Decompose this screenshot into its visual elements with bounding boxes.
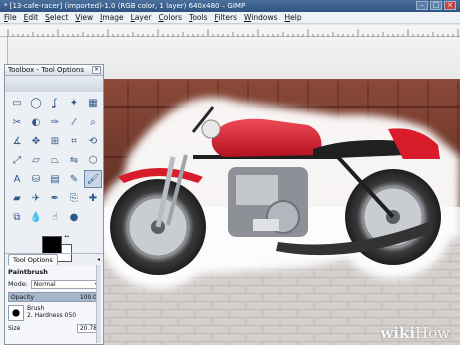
blend-icon[interactable]: ▤ bbox=[46, 170, 64, 188]
menu-file[interactable]: File bbox=[4, 13, 17, 22]
menu-layer[interactable]: Layer bbox=[131, 13, 152, 22]
opacity-slider[interactable]: Opacity 100.0 bbox=[8, 292, 100, 302]
watermark-how: How bbox=[415, 324, 450, 342]
ellipse-select-icon[interactable]: ◯ bbox=[27, 94, 45, 112]
rotate-icon[interactable]: ⟲ bbox=[84, 132, 102, 150]
tool-options-panel: Paintbrush Mode: Normal Opacity 100.0 Br… bbox=[5, 266, 103, 344]
text-icon[interactable]: A bbox=[8, 170, 26, 188]
toolbox-panel: Toolbox - Tool Options × ▭ ◯ ʆ ✦ ▦ ✂ ◐ ✑ ⁄ ⌕ ∡ ✥ ⊞ ⌗ ⟲… bbox=[4, 64, 104, 345]
window-title: * [13-cafe-racer] (imported)-1.0 (RGB co… bbox=[4, 2, 246, 10]
airbrush-icon[interactable]: ✈ bbox=[27, 189, 45, 207]
menu-bar: File Edit Select View Image Layer Colors… bbox=[0, 12, 460, 24]
free-select-icon[interactable]: ʆ bbox=[46, 94, 64, 112]
menu-select[interactable]: Select bbox=[45, 13, 68, 22]
menu-view[interactable]: View bbox=[75, 13, 93, 22]
color-picker-icon[interactable]: ⁄ bbox=[65, 113, 83, 131]
measure-icon[interactable]: ∡ bbox=[8, 132, 26, 150]
heal-icon[interactable]: ✚ bbox=[84, 189, 102, 207]
ink-icon[interactable]: ✒ bbox=[46, 189, 64, 207]
fuzzy-select-icon[interactable]: ✦ bbox=[65, 94, 83, 112]
eraser-icon[interactable]: ▰ bbox=[8, 189, 26, 207]
dodge-burn-icon[interactable]: ● bbox=[65, 208, 83, 226]
smudge-icon[interactable]: ☝ bbox=[46, 208, 64, 226]
scissors-icon[interactable]: ✂ bbox=[8, 113, 26, 131]
brush-name: 2. Hardness 050 bbox=[27, 312, 77, 319]
window-title-bar: * [13-cafe-racer] (imported)-1.0 (RGB co… bbox=[0, 0, 460, 12]
toolbox-title: Toolbox - Tool Options bbox=[8, 66, 85, 74]
minimize-button[interactable]: – bbox=[416, 1, 428, 10]
tool-grid: ▭ ◯ ʆ ✦ ▦ ✂ ◐ ✑ ⁄ ⌕ ∡ ✥ ⊞ ⌗ ⟲ ⤢ ▱ ⏢ ⇋ ⬡ A ⛁ ▤ ✎ 🖌 ▰ ✈ ✒ ⎘ ✚ ⧉ 💧 ☝ ● bbox=[5, 92, 103, 228]
blur-icon[interactable]: 💧 bbox=[27, 208, 45, 226]
swap-colors-icon[interactable]: ↔ bbox=[64, 233, 69, 240]
size-label: Size bbox=[8, 325, 21, 332]
menu-windows[interactable]: Windows bbox=[244, 13, 278, 22]
menu-image[interactable]: Image bbox=[100, 13, 124, 22]
brush-label: Brush bbox=[27, 305, 45, 312]
close-button[interactable]: × bbox=[444, 1, 456, 10]
size-slider[interactable]: Size 20.78 bbox=[8, 324, 100, 333]
brush-preview[interactable] bbox=[8, 305, 24, 321]
crop-icon[interactable]: ⌗ bbox=[65, 132, 83, 150]
maximize-button[interactable]: □ bbox=[430, 1, 442, 10]
clone-icon[interactable]: ⎘ bbox=[65, 189, 83, 207]
watermark-wiki: wiki bbox=[380, 324, 416, 342]
mode-label: Mode: bbox=[8, 280, 28, 288]
gimp-window: * [13-cafe-racer] (imported)-1.0 (RGB co… bbox=[0, 0, 460, 345]
paths-icon[interactable]: ✑ bbox=[46, 113, 64, 131]
scale-icon[interactable]: ⤢ bbox=[8, 151, 26, 169]
mode-select[interactable]: Normal bbox=[30, 279, 100, 289]
close-icon[interactable]: × bbox=[92, 66, 101, 74]
opacity-label: Opacity bbox=[11, 293, 35, 301]
tool-options-title: Paintbrush bbox=[8, 268, 48, 276]
wikihow-watermark: wikiHow bbox=[380, 324, 450, 342]
pencil-icon[interactable]: ✎ bbox=[65, 170, 83, 188]
tab-menu-icon[interactable]: ◂ bbox=[97, 255, 100, 265]
zoom-icon[interactable]: ⌕ bbox=[84, 113, 102, 131]
toolbox-title-bar[interactable]: Toolbox - Tool Options × bbox=[5, 65, 103, 76]
dock-tab-row: Tool Options ◂ bbox=[5, 253, 103, 265]
rect-select-icon[interactable]: ▭ bbox=[8, 94, 26, 112]
opacity-value: 100.0 bbox=[79, 293, 97, 301]
menu-tools[interactable]: Tools bbox=[189, 13, 207, 22]
move-icon[interactable]: ✥ bbox=[27, 132, 45, 150]
menu-edit[interactable]: Edit bbox=[24, 13, 39, 22]
foreground-color-swatch[interactable] bbox=[42, 236, 62, 254]
paintbrush-icon[interactable]: 🖌 bbox=[84, 170, 102, 188]
horizontal-ruler[interactable] bbox=[0, 25, 460, 37]
perspective-icon[interactable]: ⏢ bbox=[46, 151, 64, 169]
foreground-select-icon[interactable]: ◐ bbox=[27, 113, 45, 131]
shear-icon[interactable]: ▱ bbox=[27, 151, 45, 169]
perspective-clone-icon[interactable]: ⧉ bbox=[8, 208, 26, 226]
tab-tool-options[interactable]: Tool Options bbox=[8, 254, 58, 265]
align-icon[interactable]: ⊞ bbox=[46, 132, 64, 150]
menu-help[interactable]: Help bbox=[285, 13, 302, 22]
menu-colors[interactable]: Colors bbox=[159, 13, 183, 22]
cage-icon[interactable]: ⬡ bbox=[84, 151, 102, 169]
gimp-logo-strip bbox=[5, 76, 103, 92]
menu-filters[interactable]: Filters bbox=[215, 13, 238, 22]
flip-icon[interactable]: ⇋ bbox=[65, 151, 83, 169]
tool-options-scrollbar[interactable] bbox=[96, 265, 101, 343]
color-select-icon[interactable]: ▦ bbox=[84, 94, 102, 112]
bucket-fill-icon[interactable]: ⛁ bbox=[27, 170, 45, 188]
